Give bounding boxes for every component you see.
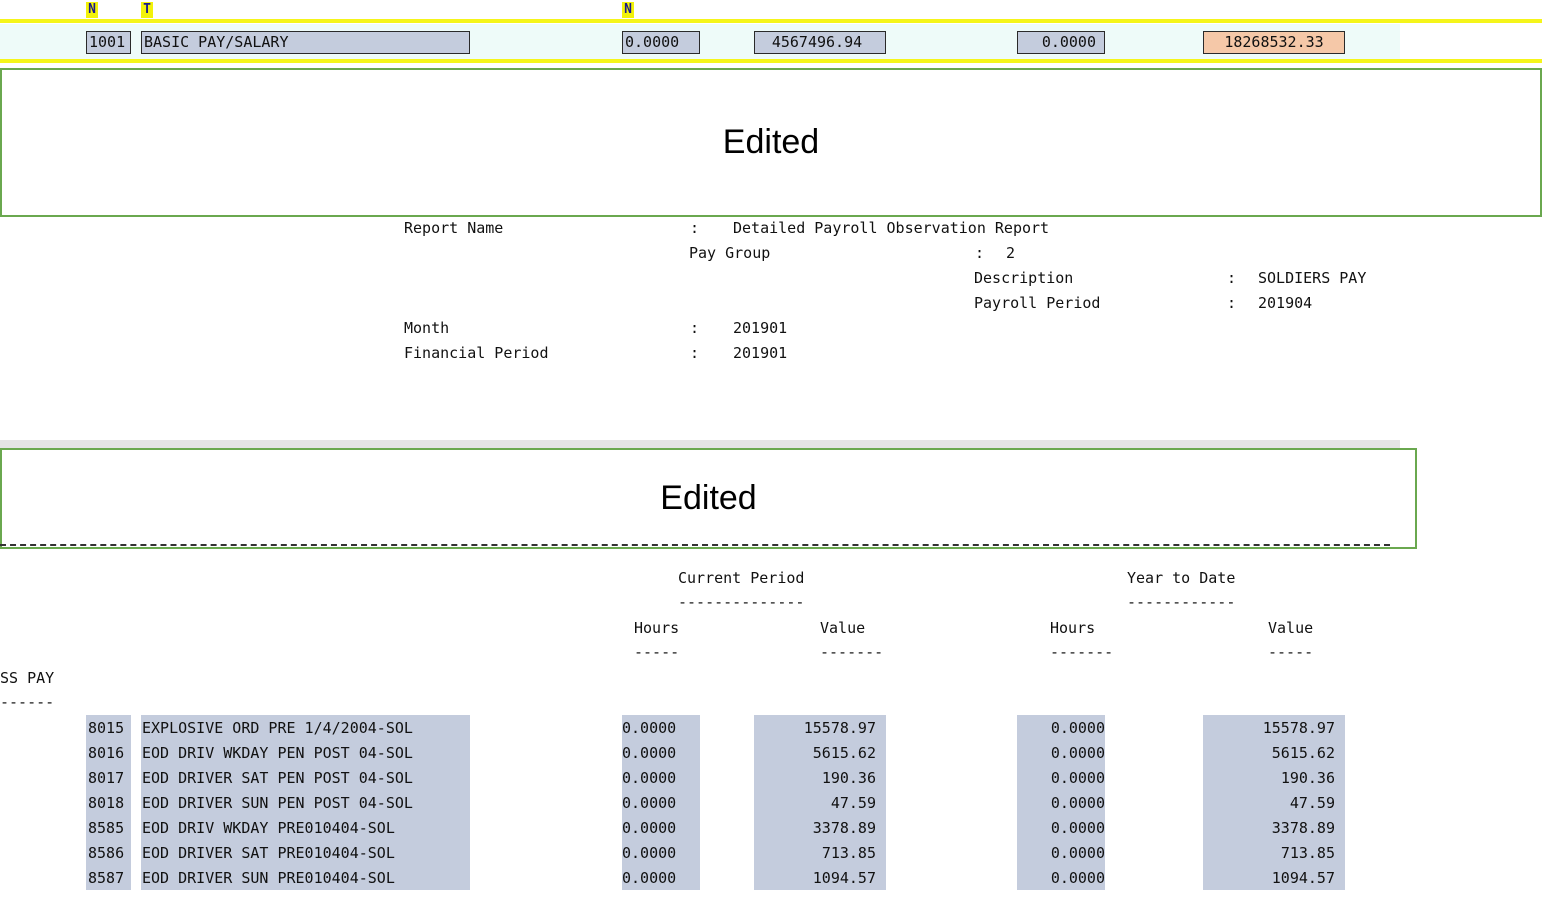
- row-code: 8015: [88, 719, 125, 737]
- row-description: EXPLOSIVE ORD PRE 1/4/2004-SOL: [142, 719, 413, 737]
- dashed-separator: [0, 544, 1390, 546]
- row-cp-hours: 0.0000: [622, 844, 677, 862]
- financial-period-value: 201901: [733, 344, 788, 362]
- value-header-current: Value: [820, 619, 866, 637]
- row-cp-value: 15578.97: [803, 719, 876, 737]
- year-to-date-underline: ------------: [1127, 593, 1236, 611]
- report-name-label: Report Name: [404, 219, 504, 237]
- row-cp-value: 5615.62: [812, 744, 876, 762]
- description-value: SOLDIERS PAY: [1258, 269, 1367, 287]
- hours-header-ytd: Hours: [1050, 619, 1096, 637]
- current-period-header: Current Period: [678, 569, 805, 587]
- financial-period-colon: :: [690, 344, 700, 362]
- row-description: EOD DRIV WKDAY PRE010404-SOL: [142, 819, 395, 837]
- description-colon: :: [1227, 269, 1237, 287]
- row-cp-value: 1094.57: [812, 869, 876, 887]
- flag-n-code: N: [86, 2, 98, 18]
- row-ytd-value: 15578.97: [1262, 719, 1335, 737]
- value-header-ytd: Value: [1268, 619, 1314, 637]
- pay-group-label: Pay Group: [689, 244, 771, 262]
- current-period-underline: --------------: [678, 593, 805, 611]
- row-cp-hours: 0.0000: [622, 819, 677, 837]
- flag-t-desc: T: [141, 2, 153, 18]
- row-cp-value: 3378.89: [812, 819, 876, 837]
- row-ytd-value: 713.85: [1280, 844, 1335, 862]
- row-cp-value: 47.59: [830, 794, 876, 812]
- row-code: 8016: [88, 744, 125, 762]
- bottom-yellow-line: [0, 59, 1542, 63]
- payroll-period-label: Payroll Period: [974, 294, 1101, 312]
- financial-period-label: Financial Period: [404, 344, 549, 362]
- edited-overlay-top: Edited: [0, 68, 1542, 217]
- report-name-value: Detailed Payroll Observation Report: [733, 219, 1050, 237]
- row-code: 8585: [88, 819, 125, 837]
- edited-overlay-middle: Edited: [0, 448, 1417, 549]
- row-ytd-hours: 0.0000: [1050, 819, 1105, 837]
- row-cp-hours: 0.0000: [622, 744, 677, 762]
- top-yellow-line: [0, 19, 1542, 23]
- year-to-date-header: Year to Date: [1127, 569, 1236, 587]
- row-cp-hours: 0.0000: [622, 769, 677, 787]
- row-code: 8586: [88, 844, 125, 862]
- row-ytd-hours: 0.0000: [1050, 844, 1105, 862]
- value-underline-current: -------: [820, 643, 884, 661]
- row-ytd-value: 47.59: [1289, 794, 1335, 812]
- row-cp-hours: 0.0000: [622, 719, 677, 737]
- value-underline-ytd: -----: [1268, 643, 1314, 661]
- payroll-period-value: 201904: [1258, 294, 1313, 312]
- row-description: EOD DRIVER SAT PRE010404-SOL: [142, 844, 395, 862]
- row-cp-value: 713.85: [821, 844, 876, 862]
- row-ytd-hours: 0.0000: [1050, 869, 1105, 887]
- row-description: EOD DRIVER SUN PRE010404-SOL: [142, 869, 395, 887]
- row-ytd-value: 190.36: [1280, 769, 1335, 787]
- row-description: EOD DRIVER SUN PEN POST 04-SOL: [142, 794, 413, 812]
- hours-underline-ytd: -------: [1050, 643, 1114, 661]
- description-label: Description: [974, 269, 1074, 287]
- month-label: Month: [404, 319, 450, 337]
- payroll-period-colon: :: [1227, 294, 1237, 312]
- row-ytd-value: 3378.89: [1271, 819, 1335, 837]
- section-underline: ------: [0, 693, 55, 711]
- row-ytd-hours: 0.0000: [1050, 794, 1105, 812]
- flag-n-hours: N: [622, 2, 634, 18]
- current-hours-field[interactable]: 0.0000: [622, 31, 700, 54]
- row-cp-hours: 0.0000: [622, 869, 677, 887]
- current-value-field[interactable]: 4567496.94: [754, 31, 886, 54]
- separator-bar: [0, 440, 1400, 448]
- row-code: 8017: [88, 769, 125, 787]
- pay-group-colon: :: [975, 244, 985, 262]
- ytd-value-field[interactable]: 18268532.33: [1203, 31, 1345, 54]
- report-name-colon: :: [690, 219, 700, 237]
- code-field[interactable]: 1001: [86, 31, 131, 54]
- row-description: EOD DRIV WKDAY PEN POST 04-SOL: [142, 744, 413, 762]
- row-ytd-value: 5615.62: [1271, 744, 1335, 762]
- row-code: 8587: [88, 869, 125, 887]
- row-cp-hours: 0.0000: [622, 794, 677, 812]
- edited-label-middle: Edited: [660, 479, 757, 517]
- section-title: SS PAY: [0, 669, 55, 687]
- row-ytd-hours: 0.0000: [1050, 719, 1105, 737]
- ytd-hours-field[interactable]: 0.0000: [1017, 31, 1105, 54]
- pay-group-value: 2: [1006, 244, 1016, 262]
- row-ytd-hours: 0.0000: [1050, 744, 1105, 762]
- row-cp-value: 190.36: [821, 769, 876, 787]
- row-description: EOD DRIVER SAT PEN POST 04-SOL: [142, 769, 413, 787]
- row-code: 8018: [88, 794, 125, 812]
- row-ytd-value: 1094.57: [1271, 869, 1335, 887]
- description-field[interactable]: BASIC PAY/SALARY: [141, 31, 470, 54]
- month-value: 201901: [733, 319, 788, 337]
- edited-label-top: Edited: [722, 123, 820, 161]
- hours-underline-current: -----: [634, 643, 680, 661]
- hours-header-current: Hours: [634, 619, 680, 637]
- row-ytd-hours: 0.0000: [1050, 769, 1105, 787]
- month-colon: :: [690, 319, 700, 337]
